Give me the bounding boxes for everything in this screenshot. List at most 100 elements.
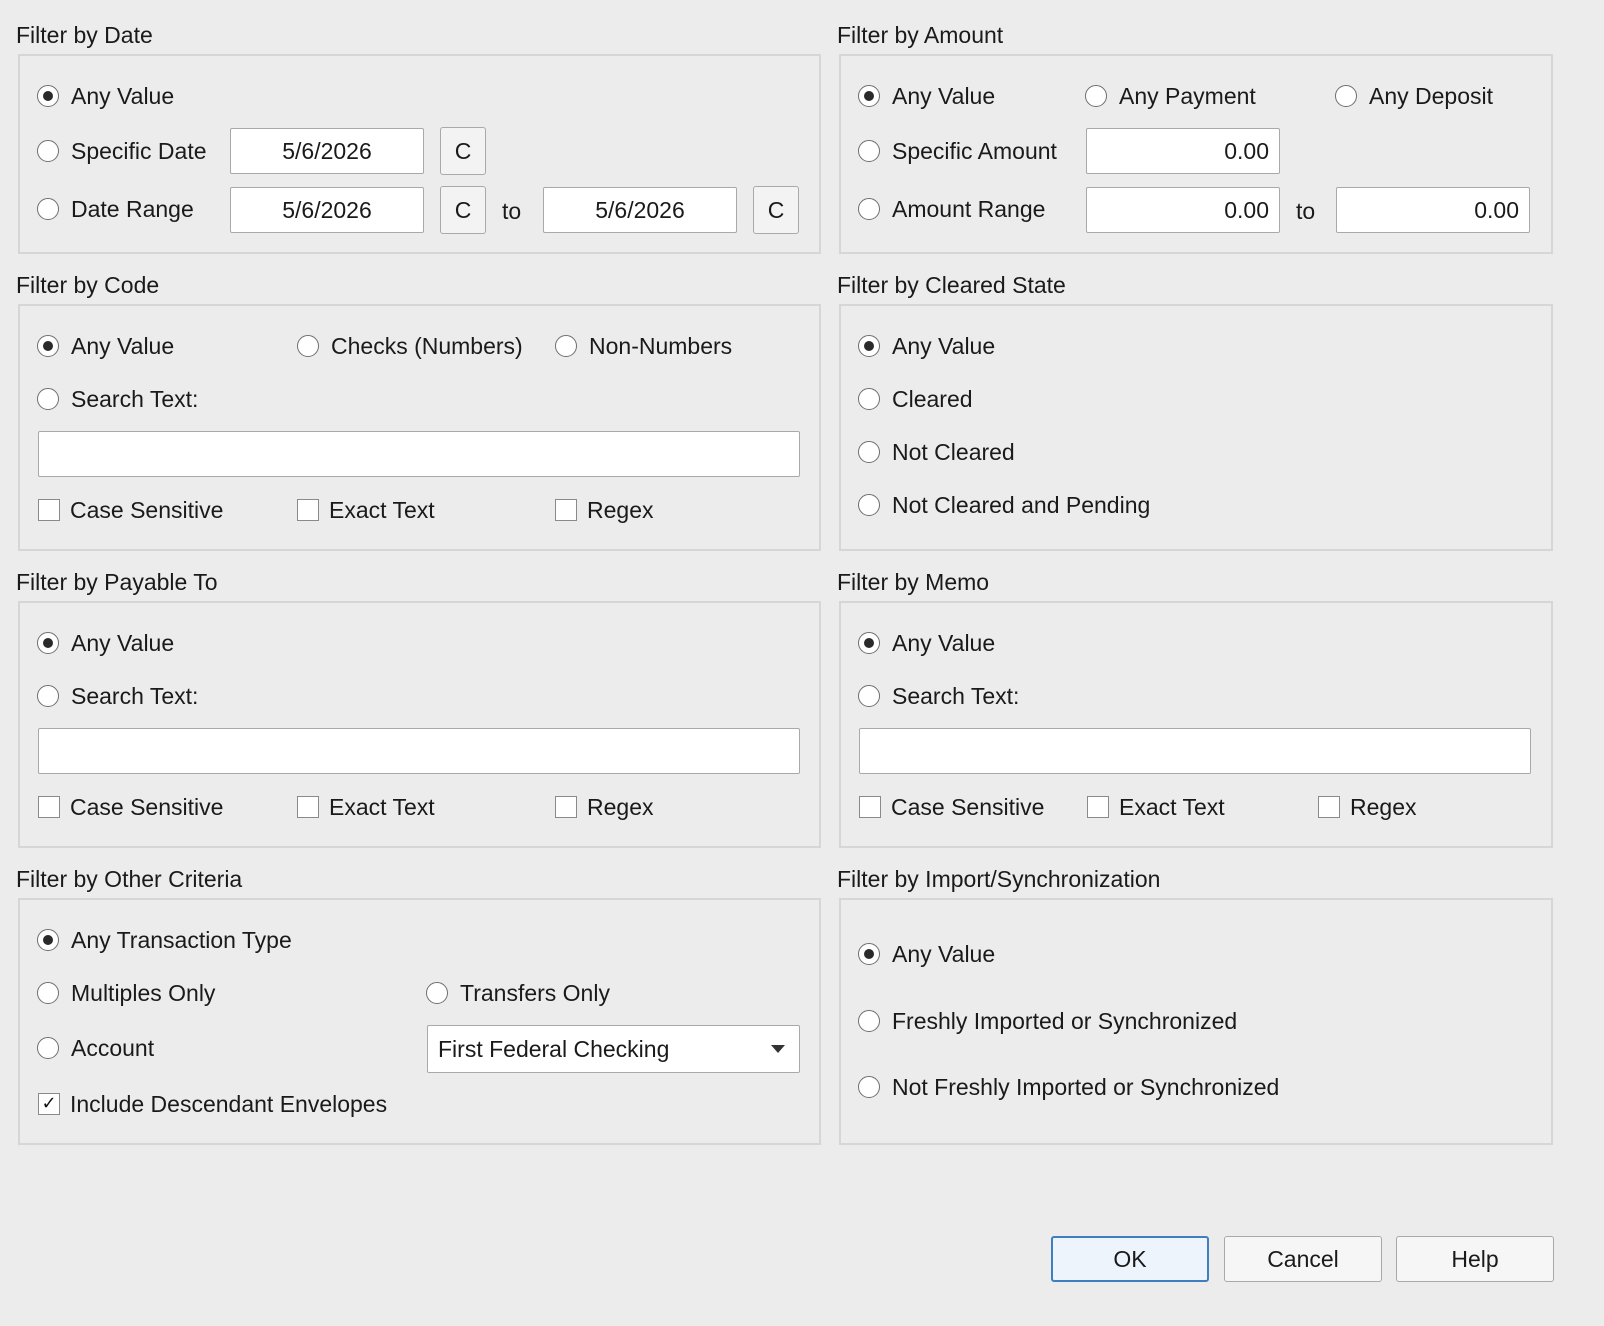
help-button[interactable]: Help <box>1396 1236 1554 1282</box>
other-group-title: Filter by Other Criteria <box>16 866 243 892</box>
ok-button[interactable]: OK <box>1051 1236 1209 1282</box>
code-case-sensitive-label: Case Sensitive <box>70 497 224 523</box>
code-search-radio[interactable]: Search Text: <box>37 384 198 414</box>
amount-range-to-field[interactable]: 0.00 <box>1336 187 1530 233</box>
radio-icon <box>858 388 880 410</box>
radio-icon <box>426 982 448 1004</box>
memo-exact-text-label: Exact Text <box>1119 794 1225 820</box>
amount-range-from-field[interactable]: 0.00 <box>1086 187 1280 233</box>
payable-exact-text-label: Exact Text <box>329 794 435 820</box>
memo-search-label: Search Text: <box>892 683 1020 709</box>
checkbox-icon <box>38 796 60 818</box>
code-regex-checkbox[interactable]: Regex <box>555 495 653 525</box>
payable-regex-checkbox[interactable]: Regex <box>555 792 653 822</box>
other-any-type-radio[interactable]: Any Transaction Type <box>37 925 292 955</box>
other-account-radio[interactable]: Account <box>37 1033 154 1063</box>
other-transfers-radio[interactable]: Transfers Only <box>426 978 610 1008</box>
radio-icon <box>37 685 59 707</box>
radio-icon <box>858 1076 880 1098</box>
specific-date-calendar-button[interactable]: C <box>440 127 486 175</box>
code-non-numbers-label: Non-Numbers <box>589 333 733 359</box>
cleared-group-title: Filter by Cleared State <box>837 272 1066 298</box>
code-any-radio[interactable]: Any Value <box>37 331 174 361</box>
memo-any-radio[interactable]: Any Value <box>858 628 995 658</box>
specific-date-field[interactable]: 5/6/2026 <box>230 128 424 174</box>
code-checks-radio[interactable]: Checks (Numbers) <box>297 331 523 361</box>
code-non-numbers-radio[interactable]: Non-Numbers <box>555 331 732 361</box>
amount-any-radio[interactable]: Any Value <box>858 81 995 111</box>
cleared-cleared-radio[interactable]: Cleared <box>858 384 973 414</box>
include-descendants-checkbox[interactable]: ✓ Include Descendant Envelopes <box>38 1089 387 1119</box>
memo-case-sensitive-label: Case Sensitive <box>891 794 1045 820</box>
cleared-not-cleared-radio[interactable]: Not Cleared <box>858 437 1015 467</box>
other-multiples-radio[interactable]: Multiples Only <box>37 978 215 1008</box>
date-range-from-field[interactable]: 5/6/2026 <box>230 187 424 233</box>
import-not-fresh-radio[interactable]: Not Freshly Imported or Synchronized <box>858 1072 1279 1102</box>
cleared-any-radio[interactable]: Any Value <box>858 331 995 361</box>
amount-deposit-radio[interactable]: Any Deposit <box>1335 81 1493 111</box>
import-not-fresh-label: Not Freshly Imported or Synchronized <box>892 1074 1280 1100</box>
checkmark-icon: ✓ <box>38 1093 60 1115</box>
memo-search-input[interactable] <box>859 728 1531 774</box>
amount-payment-radio[interactable]: Any Payment <box>1085 81 1256 111</box>
radio-selected-icon <box>858 85 880 107</box>
date-range-from-calendar-button[interactable]: C <box>440 186 486 234</box>
other-multiples-label: Multiples Only <box>71 980 216 1006</box>
date-range-to-label: to <box>502 198 522 224</box>
checkbox-icon <box>297 499 319 521</box>
memo-case-sensitive-checkbox[interactable]: Case Sensitive <box>859 792 1044 822</box>
code-case-sensitive-checkbox[interactable]: Case Sensitive <box>38 495 223 525</box>
radio-icon <box>297 335 319 357</box>
cleared-cleared-label: Cleared <box>892 386 973 412</box>
import-any-radio[interactable]: Any Value <box>858 939 995 969</box>
payable-search-input[interactable] <box>38 728 800 774</box>
date-range-to-calendar-button[interactable]: C <box>753 186 799 234</box>
payable-case-sensitive-label: Case Sensitive <box>70 794 224 820</box>
date-specific-radio[interactable]: Specific Date <box>37 136 207 166</box>
payable-any-radio[interactable]: Any Value <box>37 628 174 658</box>
cleared-pending-label: Not Cleared and Pending <box>892 492 1151 518</box>
other-transfers-label: Transfers Only <box>460 980 610 1006</box>
amount-specific-label: Specific Amount <box>892 138 1057 164</box>
code-search-input[interactable] <box>38 431 800 477</box>
memo-exact-text-checkbox[interactable]: Exact Text <box>1087 792 1225 822</box>
date-range-radio[interactable]: Date Range <box>37 194 194 224</box>
checkbox-icon <box>859 796 881 818</box>
date-range-to-field[interactable]: 5/6/2026 <box>543 187 737 233</box>
cleared-pending-radio[interactable]: Not Cleared and Pending <box>858 490 1150 520</box>
specific-amount-field[interactable]: 0.00 <box>1086 128 1280 174</box>
checkbox-icon <box>38 499 60 521</box>
amount-range-radio[interactable]: Amount Range <box>858 194 1045 224</box>
radio-selected-icon <box>37 85 59 107</box>
date-any-radio[interactable]: Any Value <box>37 81 174 111</box>
payable-search-label: Search Text: <box>71 683 199 709</box>
payable-case-sensitive-checkbox[interactable]: Case Sensitive <box>38 792 223 822</box>
cleared-any-label: Any Value <box>892 333 996 359</box>
date-group-title: Filter by Date <box>16 22 153 48</box>
import-group-title: Filter by Import/Synchronization <box>837 866 1161 892</box>
amount-specific-radio[interactable]: Specific Amount <box>858 136 1057 166</box>
payable-regex-label: Regex <box>587 794 654 820</box>
date-range-label: Date Range <box>71 196 194 222</box>
payable-search-radio[interactable]: Search Text: <box>37 681 198 711</box>
chevron-down-icon <box>771 1045 785 1053</box>
import-any-label: Any Value <box>892 941 996 967</box>
payable-exact-text-checkbox[interactable]: Exact Text <box>297 792 435 822</box>
radio-selected-icon <box>37 335 59 357</box>
radio-icon <box>858 685 880 707</box>
radio-icon <box>1335 85 1357 107</box>
memo-search-radio[interactable]: Search Text: <box>858 681 1019 711</box>
account-dropdown[interactable]: First Federal Checking <box>427 1025 800 1073</box>
cleared-not-cleared-label: Not Cleared <box>892 439 1015 465</box>
amount-range-label: Amount Range <box>892 196 1046 222</box>
memo-regex-checkbox[interactable]: Regex <box>1318 792 1416 822</box>
memo-group-title: Filter by Memo <box>837 569 990 595</box>
payable-group-title: Filter by Payable To <box>16 569 218 595</box>
amount-range-to-label: to <box>1296 198 1316 224</box>
cancel-button[interactable]: Cancel <box>1224 1236 1382 1282</box>
code-exact-text-checkbox[interactable]: Exact Text <box>297 495 435 525</box>
import-fresh-radio[interactable]: Freshly Imported or Synchronized <box>858 1006 1237 1036</box>
checkbox-icon <box>555 499 577 521</box>
amount-group-title: Filter by Amount <box>837 22 1004 48</box>
memo-any-label: Any Value <box>892 630 996 656</box>
